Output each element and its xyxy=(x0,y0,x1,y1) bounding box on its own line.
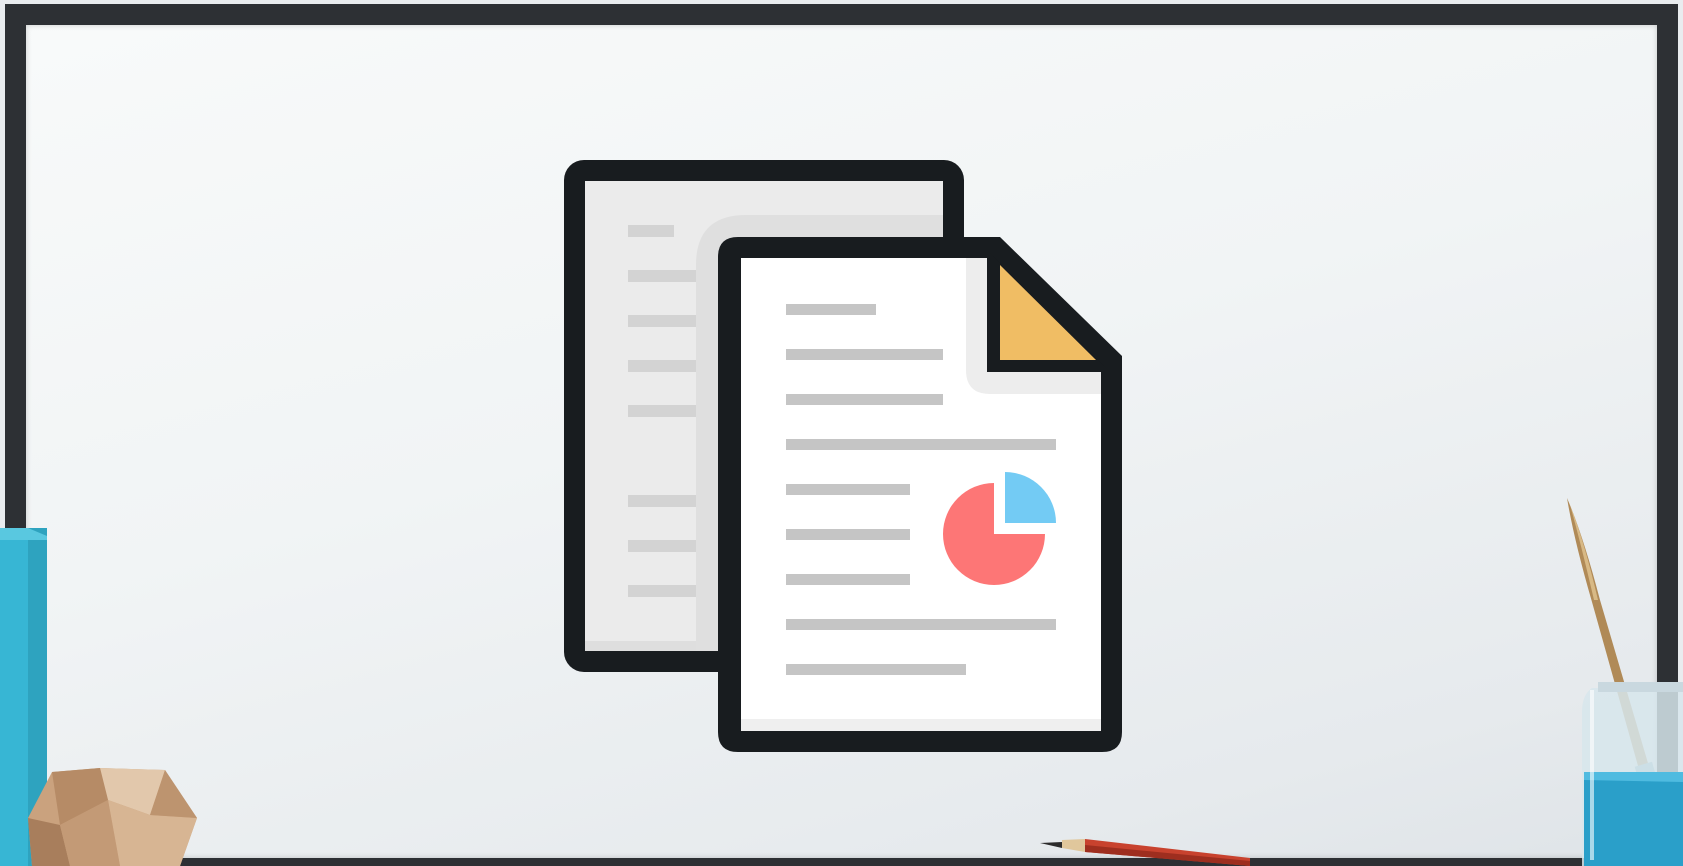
wooden-polyhedron-decoration xyxy=(28,768,197,866)
front-document-icon xyxy=(718,237,1122,752)
water-jar-decoration xyxy=(1582,682,1683,866)
slide-canvas xyxy=(0,0,1683,866)
scene-graphics xyxy=(0,160,1683,866)
pencil-decoration xyxy=(1040,839,1250,866)
